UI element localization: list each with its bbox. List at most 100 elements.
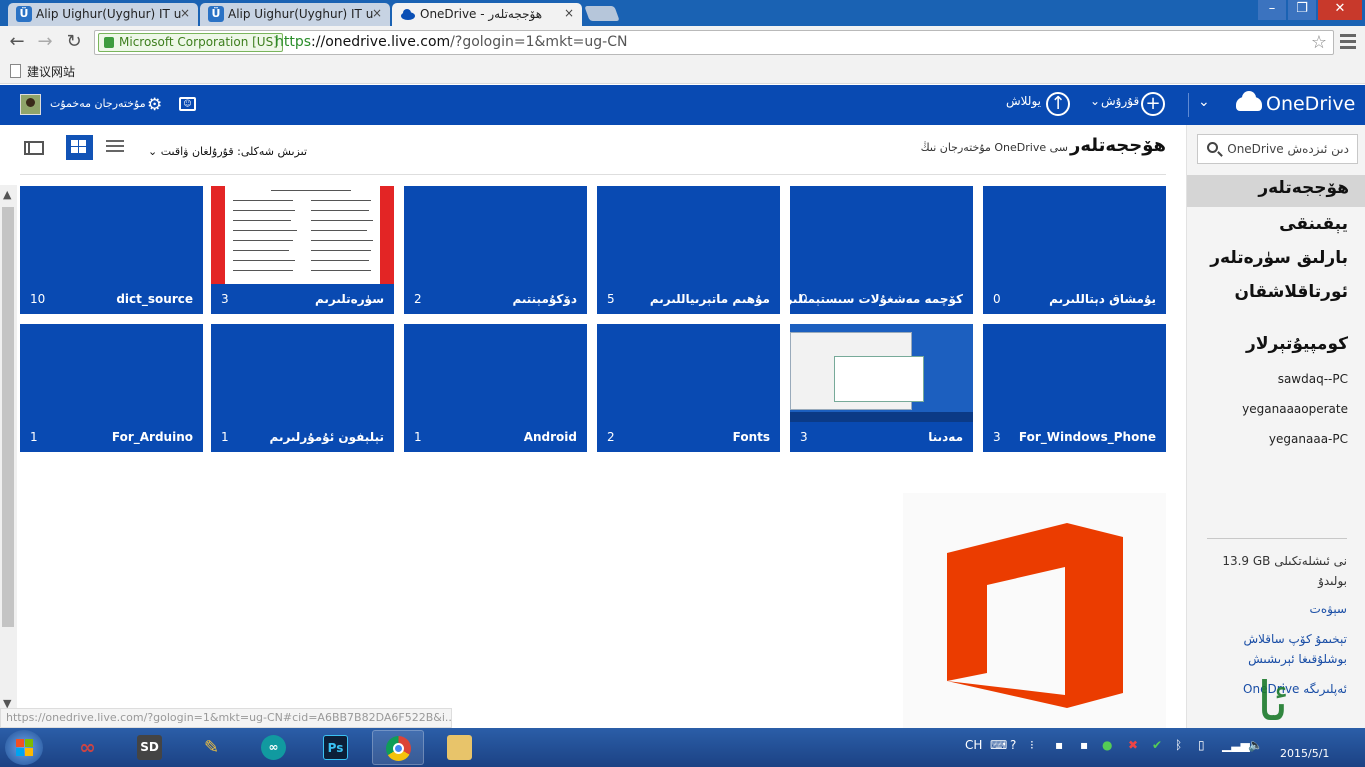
new-label[interactable]: قۇرۇش <box>1101 94 1139 108</box>
sd-card-icon: SD <box>137 735 162 760</box>
recycle-bin-link[interactable]: سېۋەت <box>1310 599 1347 619</box>
minimize-button[interactable]: – <box>1258 0 1286 20</box>
folder-count: 1 <box>221 430 229 444</box>
tab-close-icon[interactable]: × <box>372 6 382 20</box>
list-view-icon[interactable] <box>106 140 124 156</box>
tray-settings-icon[interactable]: ⁝ <box>1030 738 1034 752</box>
folder-tile[interactable]: تېلېفون ئۇمۇرلىرىم 1 <box>211 324 394 452</box>
tray-app-icon[interactable]: ▪ <box>1080 738 1088 752</box>
details-pane-toggle-icon[interactable] <box>24 141 44 155</box>
folder-tile[interactable]: مەدىنا 3 <box>790 324 973 452</box>
sidebar-item-shared[interactable]: ئورتاقلاشقان <box>1235 282 1348 302</box>
search-input[interactable]: OneDrive دىن ئىزدەش <box>1197 134 1358 164</box>
storage-status: 13.9 GB نى ئىشلەتكىلى بولىدۇ <box>1222 554 1347 588</box>
address-bar[interactable]: Microsoft Corporation [US] https://onedr… <box>94 30 1334 55</box>
tray-app-icon[interactable]: ● <box>1102 738 1112 752</box>
tray-device-icon[interactable]: ▯ <box>1198 738 1205 752</box>
reload-icon[interactable]: ↻ <box>62 31 86 53</box>
sidebar-item-computer[interactable]: yeganaaaoperate <box>1242 402 1348 416</box>
sort-dropdown[interactable]: ⌄ تىزىش شەكلى: قۇرۇلغان ۋاقىت <box>148 145 307 158</box>
onedrive-logo[interactable]: OneDrive <box>1236 91 1355 115</box>
taskbar-app-tools[interactable]: ✎ <box>186 730 238 765</box>
browser-tab-1[interactable]: Ü Alip Uighur(Uyghur) IT u × <box>8 3 198 26</box>
folder-count: 1 <box>30 430 38 444</box>
taskbar-app-explorer[interactable] <box>434 730 486 765</box>
tab-title: Alip Uighur(Uyghur) IT u <box>228 7 374 21</box>
tab-close-icon[interactable]: × <box>564 6 574 20</box>
folder-tile[interactable]: يۇمشاق دېتاللىرىم 0 <box>983 186 1166 314</box>
folder-name: dict_source <box>116 292 193 306</box>
new-tab-button[interactable] <box>584 6 620 21</box>
document-thumbnail <box>211 186 394 284</box>
thumbnails-view-icon[interactable] <box>66 135 93 160</box>
folder-count: 3 <box>993 430 1001 444</box>
folder-tile[interactable]: For_Windows_Phone 3 <box>983 324 1166 452</box>
bookmark-star-icon[interactable]: ☆ <box>1311 32 1327 53</box>
avatar[interactable] <box>20 94 41 115</box>
browser-tab-active[interactable]: OneDrive - ھۆججەتلەر × <box>392 3 582 26</box>
scroll-up-arrow-icon[interactable]: ▲ <box>3 188 11 201</box>
scrollbar[interactable]: ▲ ▼ <box>0 185 17 715</box>
forward-arrow-icon[interactable]: → <box>33 31 57 53</box>
folder-name: For_Arduino <box>111 430 193 444</box>
feedback-icon[interactable]: ☺ <box>179 97 196 111</box>
scrollbar-thumb[interactable] <box>2 207 14 627</box>
security-certificate-badge[interactable]: Microsoft Corporation [US] <box>98 33 283 52</box>
search-icon[interactable] <box>1207 142 1218 153</box>
folder-tile[interactable]: دۆكۇمېنتىم 2 <box>404 186 587 314</box>
folder-tile[interactable]: Android 1 <box>404 324 587 452</box>
clock-date[interactable]: 2015/5/1 <box>1280 747 1329 760</box>
url-text[interactable]: https://onedrive.live.com/?gologin=1&mkt… <box>275 34 627 50</box>
taskbar-app-photoshop[interactable]: Ps <box>310 730 362 765</box>
start-button[interactable] <box>5 730 43 765</box>
sidebar-item-files[interactable]: ھۆججەتلەر <box>1187 175 1365 207</box>
folder-tile[interactable]: كۆچمە مەشغۇلات سىستېمىلىر 0 <box>790 186 973 314</box>
sidebar-item-computer[interactable]: yeganaaa-PC <box>1269 432 1348 446</box>
browser-tab-2[interactable]: Ü Alip Uighur(Uyghur) IT u × <box>200 3 390 26</box>
sidebar-item-photos[interactable]: بارلىق سۈرەتلەر <box>1210 248 1348 268</box>
folder-tile[interactable]: dict_source 10 <box>20 186 203 314</box>
bookmark-suggested-sites[interactable]: 建议网站 <box>10 63 75 80</box>
add-icon[interactable]: + <box>1141 92 1165 116</box>
folder-tile[interactable]: Fonts 2 <box>597 324 780 452</box>
browser-menu-icon[interactable] <box>1340 34 1356 50</box>
folder-tile[interactable]: For_Arduino 1 <box>20 324 203 452</box>
folder-tile[interactable]: سۈرەتلىرىم 3 <box>211 186 394 314</box>
browser-toolbar: ← → ↻ Microsoft Corporation [US] https:/… <box>0 26 1365 59</box>
network-app-icon[interactable]: ▪ <box>1055 738 1063 752</box>
maximize-button[interactable]: ❐ <box>1288 0 1316 20</box>
folder-name: كۆچمە مەشغۇلات سىستېمىلىر <box>790 292 963 306</box>
upload-icon[interactable]: ↑ <box>1046 92 1070 116</box>
office-advertisement[interactable] <box>903 493 1166 728</box>
sidebar-item-recent[interactable]: يېقىنقى <box>1279 214 1348 234</box>
back-arrow-icon[interactable]: ← <box>5 31 29 53</box>
taskbar-app-chrome[interactable] <box>372 730 424 765</box>
folder-tile[interactable]: مۇھىم ماتېرىياللىرىم 5 <box>597 186 780 314</box>
signal-strength-icon[interactable]: ▁▃▅ <box>1222 738 1250 752</box>
sidebar-item-computer[interactable]: sawdaq--PC <box>1278 372 1348 386</box>
gear-icon[interactable]: ⚙ <box>147 95 162 115</box>
tray-check-icon[interactable]: ✔ <box>1152 738 1162 752</box>
app-launcher-chevron-icon[interactable]: ⌄ <box>1198 94 1210 110</box>
taskbar-app-infinity[interactable]: ∞ <box>62 730 114 765</box>
get-more-storage-link[interactable]: تېخىمۇ كۆپ ساقلاش بوشلۇقىغا ئېرىشىش <box>1207 629 1347 669</box>
tools-icon: ✎ <box>203 737 220 758</box>
bluetooth-icon[interactable]: ᛒ <box>1175 738 1182 752</box>
tray-language[interactable]: CH <box>965 738 982 752</box>
close-window-button[interactable]: ✕ <box>1318 0 1362 20</box>
tab-close-icon[interactable]: × <box>180 6 190 20</box>
user-name[interactable]: مۇختەرجان مەخمۇت <box>50 97 146 110</box>
chevron-down-icon[interactable]: ⌄ <box>1090 94 1100 108</box>
folder-count: 10 <box>30 292 46 306</box>
browser-tab-strip: Ü Alip Uighur(Uyghur) IT u × Ü Alip Uigh… <box>0 0 1365 26</box>
taskbar-app-arduino[interactable]: ∞ <box>248 730 300 765</box>
folder-icon <box>447 735 472 760</box>
keyboard-icon[interactable]: ⌨ <box>990 738 1007 752</box>
help-icon[interactable]: ? <box>1010 738 1016 752</box>
breadcrumb[interactable]: مۇختەرجان نىڭ OneDrive سى <box>921 141 1068 154</box>
volume-icon[interactable]: 🔈 <box>1248 738 1263 752</box>
windows-taskbar: ∞ SD ✎ ∞ Ps CH ⌨ ? ⁝ ▪ ▪ ● ✖ ✔ ᛒ ▯ ▁▃▅ 🔈… <box>0 728 1365 767</box>
upload-label[interactable]: يوللاش <box>1006 94 1041 108</box>
tray-alert-icon[interactable]: ✖ <box>1128 738 1138 752</box>
taskbar-app-sd[interactable]: SD <box>124 730 176 765</box>
